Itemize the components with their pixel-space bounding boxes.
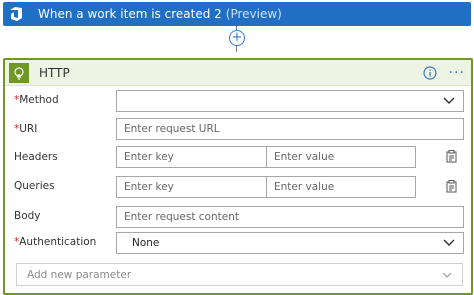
add-new-parameter-dropdown[interactable]: Add new parameter [16, 263, 463, 286]
uri-input[interactable]: Enter request URL [116, 118, 464, 140]
switch-to-text-mode-icon[interactable] [446, 180, 458, 193]
chevron-down-icon [443, 97, 455, 104]
add-step-icon[interactable]: + [229, 30, 245, 46]
uri-label: *URI [14, 123, 38, 135]
trigger-title: When a work item is created 2 [38, 7, 222, 21]
card-title: HTTP [39, 65, 70, 80]
authentication-label: *Authentication [14, 236, 97, 248]
trigger-preview-tag: (Preview) [225, 7, 282, 21]
card-header[interactable]: HTTP ··· [5, 60, 471, 86]
queries-label: Queries [14, 180, 55, 192]
method-dropdown[interactable] [116, 90, 464, 112]
connector-line [236, 46, 237, 52]
body-label: Body [14, 210, 41, 222]
azure-devops-icon [6, 2, 28, 26]
body-input[interactable]: Enter request content [116, 206, 464, 228]
queries-key-input[interactable]: Enter key [116, 176, 267, 198]
chevron-down-icon [442, 272, 452, 278]
authentication-dropdown[interactable]: None [116, 232, 464, 254]
http-action-card: HTTP ··· *Method *URI Enter request URL … [3, 58, 473, 295]
headers-label: Headers [14, 151, 58, 163]
queries-value-input[interactable]: Enter value [266, 176, 416, 198]
headers-key-input[interactable]: Enter key [116, 146, 267, 168]
headers-value-input[interactable]: Enter value [266, 146, 416, 168]
chevron-down-icon [443, 239, 455, 246]
info-icon[interactable] [423, 65, 437, 80]
trigger-card[interactable]: When a work item is created 2 (Preview) [3, 2, 471, 26]
http-globe-icon [9, 62, 29, 83]
method-label: *Method [14, 94, 59, 106]
switch-to-text-mode-icon[interactable] [446, 150, 458, 163]
more-options-icon[interactable]: ··· [449, 66, 465, 80]
